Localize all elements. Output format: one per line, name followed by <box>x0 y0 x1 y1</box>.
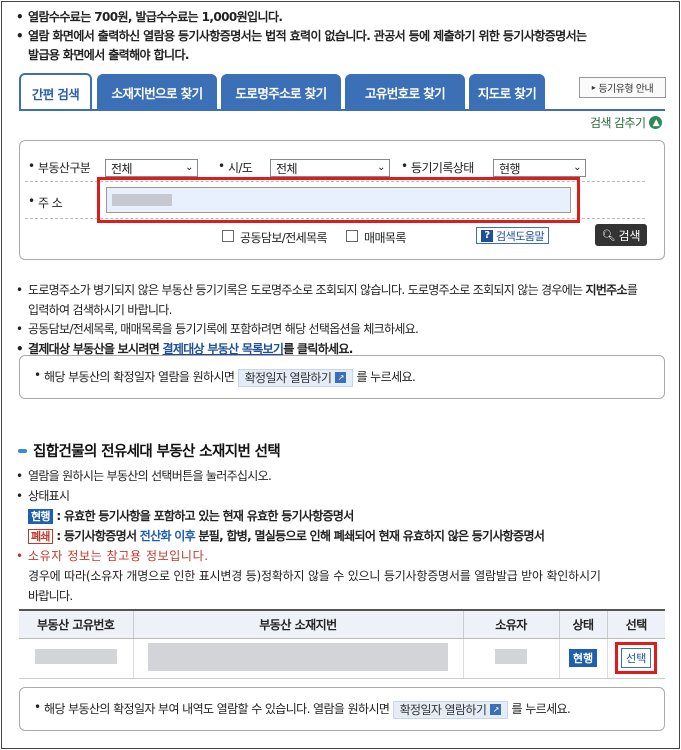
select-highlight: 선택 <box>615 642 658 674</box>
road-address-note: 도로명주소가 병기되지 않은 부동산 등기기록은 도로명주소로 조회되지 않습니… <box>16 281 668 301</box>
magnifier-icon: 🔍︎ <box>601 228 616 242</box>
validity-note: 열람 화면에서 출력하신 열람용 등기사항증명서는 법적 효력이 없습니다. 관… <box>16 27 668 46</box>
region-label: 시/도 <box>218 159 253 176</box>
search-notes: 도로명주소가 병기되지 않은 부동산 등기기록은 도로명주소로 조회되지 않습니… <box>16 281 668 359</box>
option-note: 공동담보/전세목록, 매매목록을 등기기록에 포함하려면 해당 선택옵션을 체크… <box>16 320 668 340</box>
record-status-label: 등기기록상태 <box>401 159 474 176</box>
road-address-note-cont: 입력하여 검색하시기 바랍니다. <box>28 302 172 317</box>
region-select[interactable]: 전체 ⌄ <box>270 159 390 177</box>
result-table: 부동산 고유번호 부동산 소재지번 소유자 상태 선택 현행 선택 <box>19 609 665 679</box>
search-button[interactable]: 🔍︎ 검색 <box>595 224 647 246</box>
sales-list-label: 매매목록 <box>364 231 406 245</box>
col-unique-number: 부동산 고유번호 <box>19 609 133 639</box>
redacted-text <box>34 649 117 664</box>
col-address: 부동산 소재지번 <box>132 609 463 639</box>
payment-list-link[interactable]: 결제대상 부동산 목록보기 <box>163 342 284 356</box>
collapse-search-toggle[interactable]: 검색 감추기 ▲ <box>590 114 663 131</box>
tab-map[interactable]: 지도로 찾기 <box>469 74 545 110</box>
fee-notes: 열람수수료는 700원, 발급수수료는 1,000원입니다. 열람 화면에서 출… <box>16 8 668 65</box>
confirm-date-box: 해당 부동산의 확정일자 열람을 원하시면 확정일자 열람하기↗ 를 누르세요. <box>19 355 665 399</box>
chevron-down-icon: ⌄ <box>185 162 193 173</box>
external-link-icon: ↗ <box>490 704 502 715</box>
joint-collateral-label: 공동담보/전세목록 <box>240 231 328 245</box>
confirm-date-view-button-2[interactable]: 확정일자 열람하기 ↗ <box>392 700 509 719</box>
record-status-select[interactable]: 현행 ⌄ <box>493 159 586 177</box>
address-label: 주 소 <box>28 194 63 211</box>
question-icon: ? <box>481 229 493 242</box>
validity-note-cont: 발급용 화면에서 출력해야 합니다. <box>28 48 189 62</box>
tab-road-address[interactable]: 도로명주소로 찾기 <box>221 74 341 110</box>
property-type-select[interactable]: 전체 ⌄ <box>105 159 198 177</box>
section-notes: 열람을 원하시는 부동산의 선택버튼을 눌러주십시오. 상태표시 현행 : 유효… <box>16 466 668 606</box>
address-input[interactable] <box>106 187 571 213</box>
redacted-text <box>495 649 527 664</box>
col-status: 상태 <box>558 609 607 639</box>
redacted-text <box>148 642 448 671</box>
tab-unique-number[interactable]: 고유번호로 찾기 <box>345 74 465 110</box>
col-owner: 소유자 <box>462 609 559 639</box>
tab-underline <box>19 109 665 111</box>
redacted-text <box>112 194 172 206</box>
confirm-date-box-2: 해당 부동산의 확정일자 부여 내역도 열람할 수 있습니다. 열람을 원하시면… <box>19 687 665 731</box>
select-button[interactable]: 선택 <box>621 648 652 668</box>
section-title: 집합건물의 전유세대 부동산 소재지번 선택 <box>18 440 281 461</box>
status-badge-current: 현행 <box>28 509 53 524</box>
property-type-label: 부동산구분 <box>28 159 91 176</box>
search-help-button[interactable]: ? 검색도움말 <box>476 227 550 244</box>
status-badge-closed: 폐쇄 <box>28 529 53 544</box>
registry-type-guide-button[interactable]: ▸ 등기유형 안내 <box>579 77 666 98</box>
chevron-down-icon: ⌄ <box>377 162 385 173</box>
title-marker <box>18 448 27 453</box>
confirm-date-view-button[interactable]: 확정일자 열람하기 ↗ <box>237 368 354 387</box>
address-input-highlight <box>97 177 580 223</box>
sales-list-checkbox[interactable] <box>346 230 358 242</box>
fee-note: 열람수수료는 700원, 발급수수료는 1,000원입니다. <box>16 8 668 27</box>
external-link-icon: ↗ <box>335 372 347 383</box>
chevron-up-icon: ▲ <box>649 116 663 129</box>
arrow-right-icon: ▸ <box>591 83 596 92</box>
status-badge: 현행 <box>568 649 598 667</box>
col-select: 선택 <box>606 609 665 639</box>
tab-simple-search[interactable]: 간편 검색 <box>19 73 92 111</box>
joint-collateral-checkbox[interactable] <box>222 230 234 242</box>
chevron-down-icon: ⌄ <box>573 162 581 173</box>
table-row: 현행 선택 <box>19 638 665 679</box>
tab-lot-number[interactable]: 소재지번으로 찾기 <box>97 74 217 110</box>
